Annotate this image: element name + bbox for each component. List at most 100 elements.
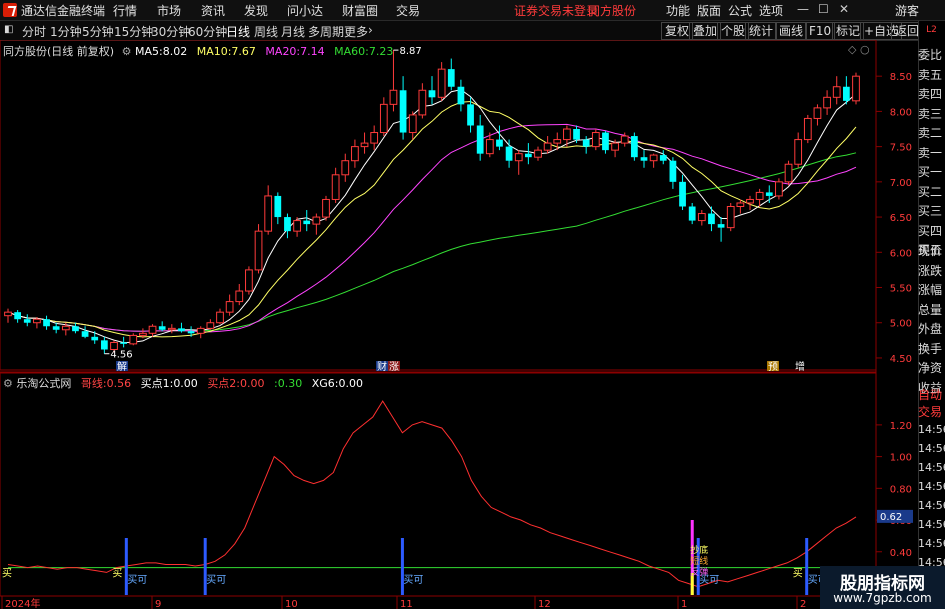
candle-body [437, 68, 446, 98]
chart-tools-icon[interactable]: ◇ ○ [848, 43, 870, 56]
candle-body [72, 326, 79, 332]
side-time-4: 14:56 [918, 499, 945, 512]
minimize-icon[interactable]: — [797, 2, 809, 16]
auto-trade-link-2[interactable]: 交易 [918, 403, 945, 420]
xg6-label: XG6: [311, 377, 339, 390]
chart-area[interactable]: 8.50 8.00 7.50 7.00 6.50 6.00 5.50 5.00 4.50 1.2… [0, 40, 918, 609]
candle-body [43, 319, 50, 327]
candle-body [322, 198, 330, 218]
time-axis: 2024年 9 10 11 12 1 2 [1, 596, 806, 609]
candle-body [794, 139, 803, 165]
candle-body [467, 104, 474, 126]
event-mark-jie[interactable]: 解 [117, 360, 127, 373]
watermark-url: www.7gpzb.com [833, 591, 932, 605]
stats-button[interactable]: 统计 [745, 22, 778, 40]
side-bidask-7: 买二 [918, 184, 943, 199]
maximize-icon[interactable]: ☐ [818, 2, 829, 16]
menu-news[interactable]: 资讯 [201, 2, 225, 19]
tab-multi-period[interactable]: 多周期 [308, 23, 344, 40]
tab-15min[interactable]: 15分钟 [114, 23, 153, 40]
sub-settings-icon[interactable]: ⚙ [3, 377, 13, 390]
candle-body [81, 331, 89, 337]
side-time-6: 14:56 [918, 537, 945, 550]
tab-1min[interactable]: 1分钟 [50, 23, 82, 40]
menu-ask[interactable]: 问小达 [287, 2, 323, 19]
tab-weekly[interactable]: 周线 [254, 23, 278, 40]
candle-body [726, 206, 735, 229]
side-bidask-0: 委比 [918, 48, 943, 62]
tab-30min[interactable]: 30分钟 [151, 23, 190, 40]
candle-body [573, 129, 580, 140]
candle-body [187, 331, 195, 334]
candle-body [813, 107, 822, 119]
side-quote-5: 换手 [918, 341, 943, 356]
sidebar-toggle-icon[interactable]: ◧ [4, 24, 13, 35]
price-tick-label: 6.00 [890, 248, 912, 259]
candle-body [620, 135, 629, 144]
buy1-label: 买点1: [140, 377, 174, 390]
menu-discover[interactable]: 发现 [244, 2, 268, 19]
chevron-right-icon[interactable]: › [368, 23, 373, 37]
ma20-label: MA20: [265, 45, 301, 58]
candle-body [14, 312, 22, 320]
side-quote-1: 涨跌 [918, 263, 943, 278]
candle-body [23, 319, 31, 323]
price-tick-label: 5.00 [890, 319, 912, 330]
candle-body [312, 216, 321, 225]
settings-icon[interactable]: ⚙ [122, 45, 132, 58]
price-tick-label: 7.00 [890, 178, 912, 189]
trade-login-notice[interactable]: 证券交易未登录 [514, 2, 598, 19]
ma60-label: MA60: [334, 45, 369, 58]
menu-market-quotes[interactable]: 行情 [113, 2, 137, 19]
candle-body [399, 90, 407, 133]
stock-name-link[interactable]: 同方股份 [588, 2, 636, 19]
side-bidask-9: 买四 [918, 223, 943, 238]
event-mark-yu[interactable]: 预 [768, 361, 778, 373]
tab-monthly[interactable]: 月线 [281, 23, 305, 40]
ma60-value: 7.23 [368, 45, 394, 58]
candle-body [274, 195, 282, 218]
menu-market[interactable]: 市场 [157, 2, 181, 19]
candle-body [553, 139, 562, 144]
tab-5min[interactable]: 5分钟 [82, 23, 114, 40]
tab-daily[interactable]: 日线 [226, 23, 250, 40]
candle-body [659, 155, 667, 161]
side-bidask-5: 卖一 [918, 145, 943, 160]
menu-wealth-circle[interactable]: 财富圈 [342, 2, 378, 19]
guest-user[interactable]: 游客 [895, 2, 919, 19]
menu-function[interactable]: 功能 [666, 2, 690, 19]
price-tick-label: 4.50 [890, 354, 912, 365]
candle-body [534, 149, 542, 158]
ma20-line [7, 123, 857, 333]
auto-trade-link[interactable]: 自动 [918, 386, 945, 403]
menu-trade[interactable]: 交易 [396, 2, 420, 19]
menu-formula[interactable]: 公式 [728, 2, 752, 19]
candle-body [379, 103, 388, 134]
f10-button[interactable]: F10 [805, 22, 836, 40]
line-value: 0.30 [277, 377, 303, 390]
tab-60min[interactable]: 60分钟 [188, 23, 227, 40]
tab-more[interactable]: 更多 [344, 23, 368, 40]
close-icon[interactable]: ✕ [839, 2, 849, 16]
candle-body [582, 139, 590, 147]
price-tick-label: 8.00 [890, 107, 912, 118]
candle-body [803, 117, 812, 141]
stock-title: 同方股份(日线 前复权) [3, 45, 115, 58]
side-bidask-3: 卖三 [918, 106, 943, 121]
menu-layout[interactable]: 版面 [697, 2, 721, 19]
candle-body [110, 341, 118, 351]
event-mark-zhang[interactable]: 涨 [389, 361, 399, 373]
candle-body [784, 163, 793, 183]
draw-button[interactable]: 画线 [775, 22, 808, 40]
indicator-label: 哥线: [80, 377, 107, 390]
ma5-value: 8.02 [162, 45, 188, 58]
candle-body [496, 139, 503, 147]
candle-body [630, 136, 638, 158]
candle-body [602, 132, 609, 151]
side-quote-4: 外盘 [918, 322, 943, 336]
candle-body [206, 322, 215, 329]
menu-options[interactable]: 选项 [759, 2, 783, 19]
event-mark-zeng[interactable]: 增 [795, 360, 805, 373]
tab-intraday[interactable]: 分时 [22, 23, 46, 40]
event-mark-cai[interactable]: 财 [377, 360, 387, 373]
